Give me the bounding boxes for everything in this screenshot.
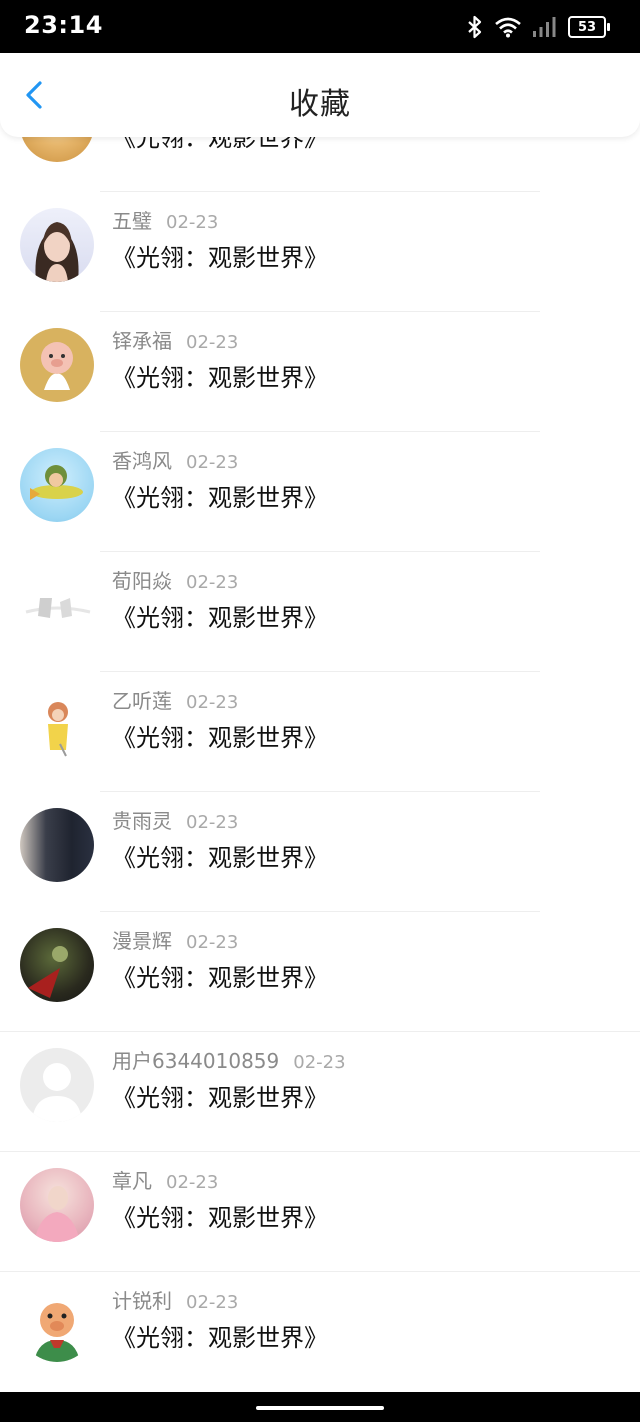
- item-date: 02-23: [166, 212, 219, 233]
- item-author: 荀阳焱 02-23: [112, 565, 238, 594]
- home-indicator[interactable]: [256, 1406, 384, 1410]
- battery-icon: 53: [568, 16, 610, 38]
- cartoon-plane-avatar: [20, 448, 94, 522]
- item-author: 章凡 02-23: [112, 1165, 218, 1194]
- author-name: 香鸿风: [112, 449, 172, 473]
- dark-hair-avatar: [20, 808, 94, 882]
- pink-avatar: [20, 1168, 94, 1242]
- author-name: 五璧: [112, 209, 152, 233]
- item-author: 贵雨灵 02-23: [112, 805, 238, 834]
- bluetooth-icon: [468, 15, 482, 39]
- signal-icon: [533, 17, 556, 37]
- item-date: 02-23: [186, 452, 239, 473]
- author-name: 荀阳焱: [112, 569, 172, 593]
- list-item[interactable]: 章凡 02-23 《光翎：观影世界》: [0, 1152, 640, 1272]
- list-item[interactable]: 漫景辉 02-23 《光翎：观影世界》: [0, 912, 640, 1032]
- item-content: 《光翎：观影世界》: [112, 484, 328, 512]
- wifi-icon: [495, 17, 521, 38]
- author-name: 乙听莲: [112, 689, 172, 713]
- list-item[interactable]: 乙听莲 02-23 《光翎：观影世界》: [0, 672, 640, 792]
- item-content: 《光翎：观影世界》: [112, 844, 328, 872]
- cartoon-pig-green-avatar: [20, 1288, 94, 1362]
- item-date: 02-23: [186, 692, 239, 713]
- item-date: 02-23: [186, 932, 239, 953]
- item-content: 《光翎：观影世界》: [112, 724, 328, 752]
- item-author: 用户6344010859 02-23: [112, 1045, 346, 1074]
- item-date: 02-23: [293, 1052, 346, 1073]
- author-name: 用户6344010859: [112, 1049, 280, 1073]
- item-author: 香鸿风 02-23: [112, 445, 238, 474]
- gesture-bar: [0, 1392, 640, 1422]
- item-author: 五璧 02-23: [112, 205, 218, 234]
- author-name: 计锐利: [112, 1289, 172, 1313]
- item-date: 02-23: [186, 1292, 239, 1313]
- list-item[interactable]: 计锐利 02-23 《光翎：观影世界》: [0, 1272, 640, 1392]
- list-item[interactable]: 铎承福 02-23 《光翎：观影世界》: [0, 312, 640, 432]
- woman-avatar: [20, 208, 94, 282]
- nav-bar: 收藏: [0, 53, 640, 137]
- cartoon-girl-avatar: [20, 688, 94, 762]
- item-content: 《光翎：观影世界》: [112, 364, 328, 392]
- list-item[interactable]: 贵雨灵 02-23 《光翎：观影世界》: [0, 792, 640, 912]
- item-content: 《光翎：观影世界》: [112, 1324, 328, 1352]
- item-content: 《光翎：观影世界》: [112, 964, 328, 992]
- item-author: 乙听莲 02-23: [112, 685, 238, 714]
- item-date: 02-23: [186, 572, 239, 593]
- list-item[interactable]: 荀阳焱 02-23 《光翎：观影世界》: [0, 552, 640, 672]
- battery-level: 53: [577, 19, 597, 35]
- list-item[interactable]: 用户6344010859 02-23 《光翎：观影世界》: [0, 1032, 640, 1152]
- item-author: 计锐利 02-23: [112, 1285, 238, 1314]
- item-date: 02-23: [186, 332, 239, 353]
- list-item[interactable]: 香鸿风 02-23 《光翎：观影世界》: [0, 432, 640, 552]
- item-date: 02-23: [186, 812, 239, 833]
- default-user-avatar: [20, 1048, 94, 1122]
- item-content: 《光翎：观影世界》: [112, 604, 328, 632]
- author-name: 漫景辉: [112, 929, 172, 953]
- item-content: 《光翎：观影世界》: [112, 1084, 328, 1112]
- author-name: 贵雨灵: [112, 809, 172, 833]
- author-name: 铎承福: [112, 329, 172, 353]
- item-date: 02-23: [166, 1172, 219, 1193]
- warrior-avatar: [20, 928, 94, 1002]
- item-author: 漫景辉 02-23: [112, 925, 238, 954]
- list-item[interactable]: 五璧 02-23 《光翎：观影世界》: [0, 192, 640, 312]
- item-content: 《光翎：观影世界》: [112, 244, 328, 272]
- status-time: 23:14: [24, 11, 103, 39]
- author-name: 章凡: [112, 1169, 152, 1193]
- item-author: 铎承福 02-23: [112, 325, 238, 354]
- item-content: 《光翎：观影世界》: [112, 1204, 328, 1232]
- cartoon-pig-avatar: [20, 328, 94, 402]
- status-icons: 53: [466, 14, 610, 40]
- page-title: 收藏: [289, 87, 351, 122]
- sketch-avatar: [20, 568, 94, 642]
- status-bar: 23:14 53: [0, 0, 640, 53]
